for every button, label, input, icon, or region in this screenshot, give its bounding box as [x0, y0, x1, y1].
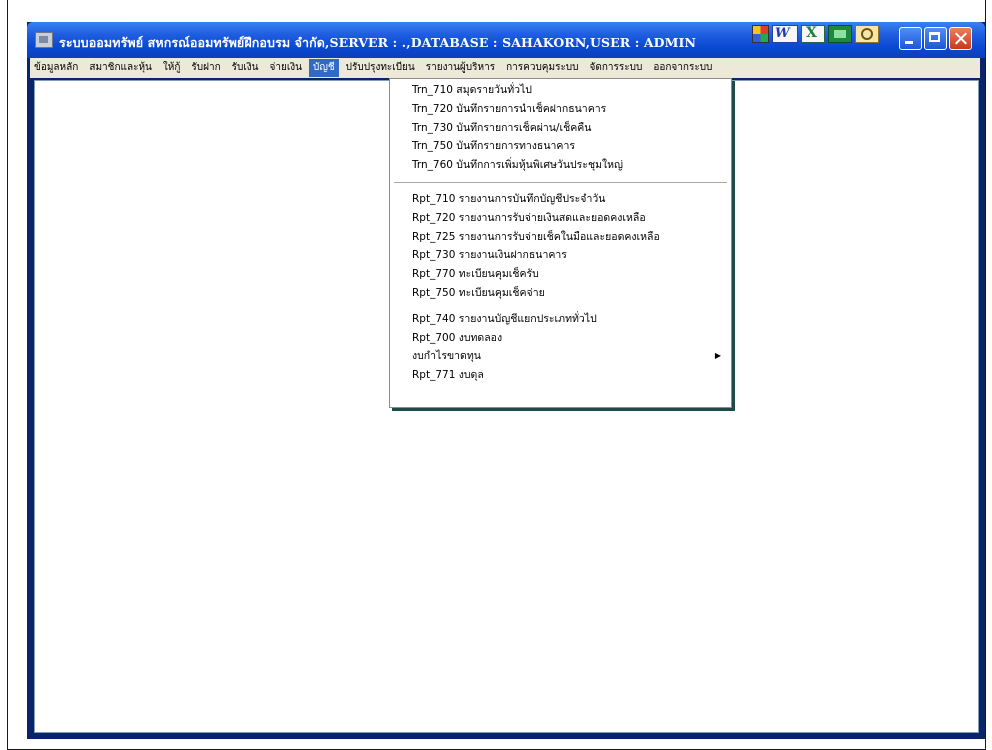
- excel-icon[interactable]: X: [801, 25, 825, 43]
- submenu-arrow-icon: ▶: [714, 351, 721, 361]
- menu-receipts[interactable]: รับเงิน: [228, 59, 263, 77]
- dropdown-item[interactable]: Rpt_700 งบทดลอง: [390, 329, 731, 348]
- accounting-dropdown-menu: Trn_710 สมุดรายวันทั่วไป Trn_720 บันทึกร…: [389, 78, 732, 408]
- menu-system-management[interactable]: จัดการระบบ: [586, 59, 647, 77]
- dropdown-item[interactable]: Rpt_750 ทะเบียนคุมเช็คจ่าย: [390, 284, 731, 303]
- menu-bar: ข้อมูลหลัก สมาชิกและหุ้น ให้กู้ รับฝาก ร…: [30, 58, 980, 78]
- dropdown-item[interactable]: Rpt_770 ทะเบียนคุมเช็ครับ: [390, 265, 731, 284]
- dropdown-item[interactable]: Rpt_720 รายงานการรับจ่ายเงินสดและยอดคงเห…: [390, 209, 731, 228]
- app-icon[interactable]: [35, 32, 53, 48]
- dropdown-item[interactable]: Rpt_725 รายงานการรับจ่ายเช็คในมือและยอดค…: [390, 228, 731, 247]
- menu-accounting[interactable]: บัญชี: [309, 59, 339, 77]
- close-button[interactable]: [949, 27, 972, 50]
- dropdown-item[interactable]: Rpt_740 รายงานบัญชีแยกประเภททั่วไป: [390, 310, 731, 329]
- maximize-button[interactable]: [924, 27, 947, 50]
- menu-members-shares[interactable]: สมาชิกและหุ้น: [85, 59, 156, 77]
- word-icon[interactable]: W: [772, 25, 798, 43]
- menu-payments[interactable]: จ่ายเงิน: [266, 59, 306, 77]
- menu-loans[interactable]: ให้กู้: [159, 59, 185, 77]
- menu-spacer: [390, 303, 731, 310]
- dropdown-item[interactable]: Rpt_771 งบดุล: [390, 366, 731, 385]
- search-icon[interactable]: [855, 25, 879, 43]
- dropdown-item[interactable]: Trn_750 บันทึกรายการทางธนาคาร: [390, 137, 731, 156]
- dropdown-item-submenu[interactable]: งบกำไรขาดทุน ▶: [390, 347, 731, 366]
- menu-deposits[interactable]: รับฝาก: [187, 59, 224, 77]
- menu-executive-reports[interactable]: รายงานผู้บริหาร: [422, 59, 499, 77]
- menu-logout[interactable]: ออกจากระบบ: [649, 59, 716, 77]
- dropdown-item[interactable]: Trn_730 บันทึกรายการเช็คผ่าน/เช็คคืน: [390, 119, 731, 138]
- monitor-icon[interactable]: [828, 25, 852, 43]
- menu-master-data[interactable]: ข้อมูลหลัก: [30, 59, 82, 77]
- window-title: ระบบออมทรัพย์ สหกรณ์ออมทรัพย์ฝึกอบรม จำก…: [59, 35, 697, 50]
- dropdown-item[interactable]: Rpt_710 รายงานการบันทึกบัญชีประจำวัน: [390, 190, 731, 209]
- menu-registry-update[interactable]: ปรับปรุงทะเบียน: [342, 59, 419, 77]
- excel-grid-icon[interactable]: [752, 25, 769, 43]
- minimize-button[interactable]: [899, 27, 922, 50]
- dropdown-item[interactable]: Trn_720 บันทึกรายการนำเช็คฝากธนาคาร: [390, 100, 731, 119]
- menu-separator: [394, 181, 727, 183]
- dropdown-item[interactable]: Rpt_730 รายงานเงินฝากธนาคาร: [390, 246, 731, 265]
- dropdown-item-label: งบกำไรขาดทุน: [412, 350, 481, 363]
- dropdown-item[interactable]: Trn_760 บันทึกการเพิ่มหุ้นพิเศษวันประชุม…: [390, 156, 731, 175]
- menu-system-control[interactable]: การควบคุมระบบ: [502, 59, 582, 77]
- title-bar[interactable]: ระบบออมทรัพย์ สหกรณ์ออมทรัพย์ฝึกอบรม จำก…: [27, 22, 985, 58]
- dropdown-item[interactable]: Trn_710 สมุดรายวันทั่วไป: [390, 81, 731, 100]
